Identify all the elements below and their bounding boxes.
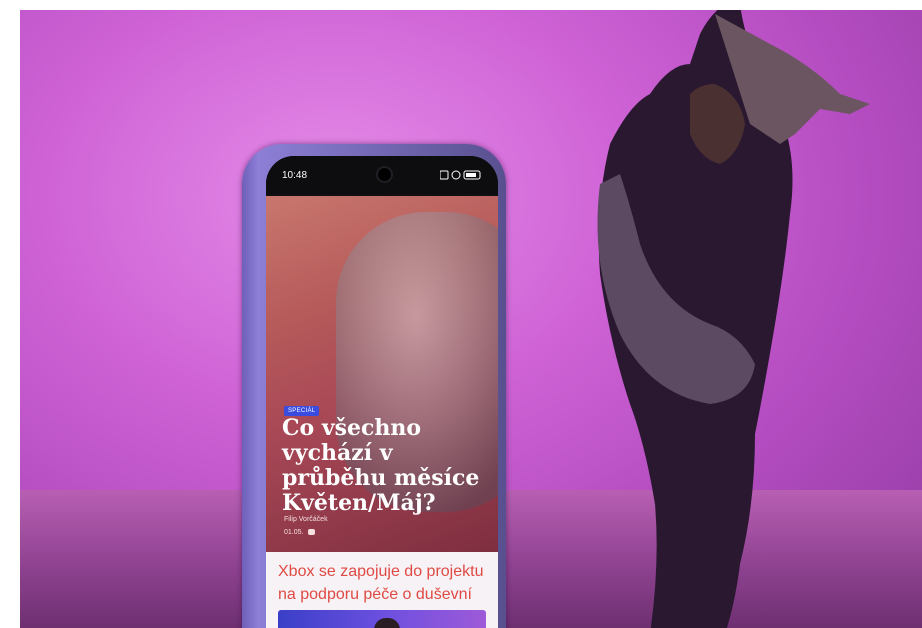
article-author: Filip Vorčáček: [284, 516, 328, 523]
product-photo: 10:48 SPECIÁL Co všechno vychází v průbě…: [20, 10, 922, 628]
status-icons: [440, 170, 481, 180]
person-silhouette: [374, 618, 400, 628]
next-article-card[interactable]: Xbox se zapojuje do projektu na podporu …: [266, 552, 498, 628]
status-bar: 10:48: [266, 156, 498, 194]
article-hero[interactable]: SPECIÁL Co všechno vychází v průběhu měs…: [266, 196, 498, 552]
article-headline[interactable]: Co všechno vychází v průběhu měsíce Květ…: [282, 416, 492, 516]
article-date: 01.05.: [284, 529, 304, 536]
front-camera: [376, 166, 393, 183]
phone-screen: 10:48 SPECIÁL Co všechno vychází v průbě…: [266, 156, 498, 628]
action-figure: [597, 10, 870, 628]
comment-icon: [308, 529, 315, 535]
next-article-thumbnail: [278, 610, 486, 628]
status-time: 10:48: [282, 170, 308, 181]
